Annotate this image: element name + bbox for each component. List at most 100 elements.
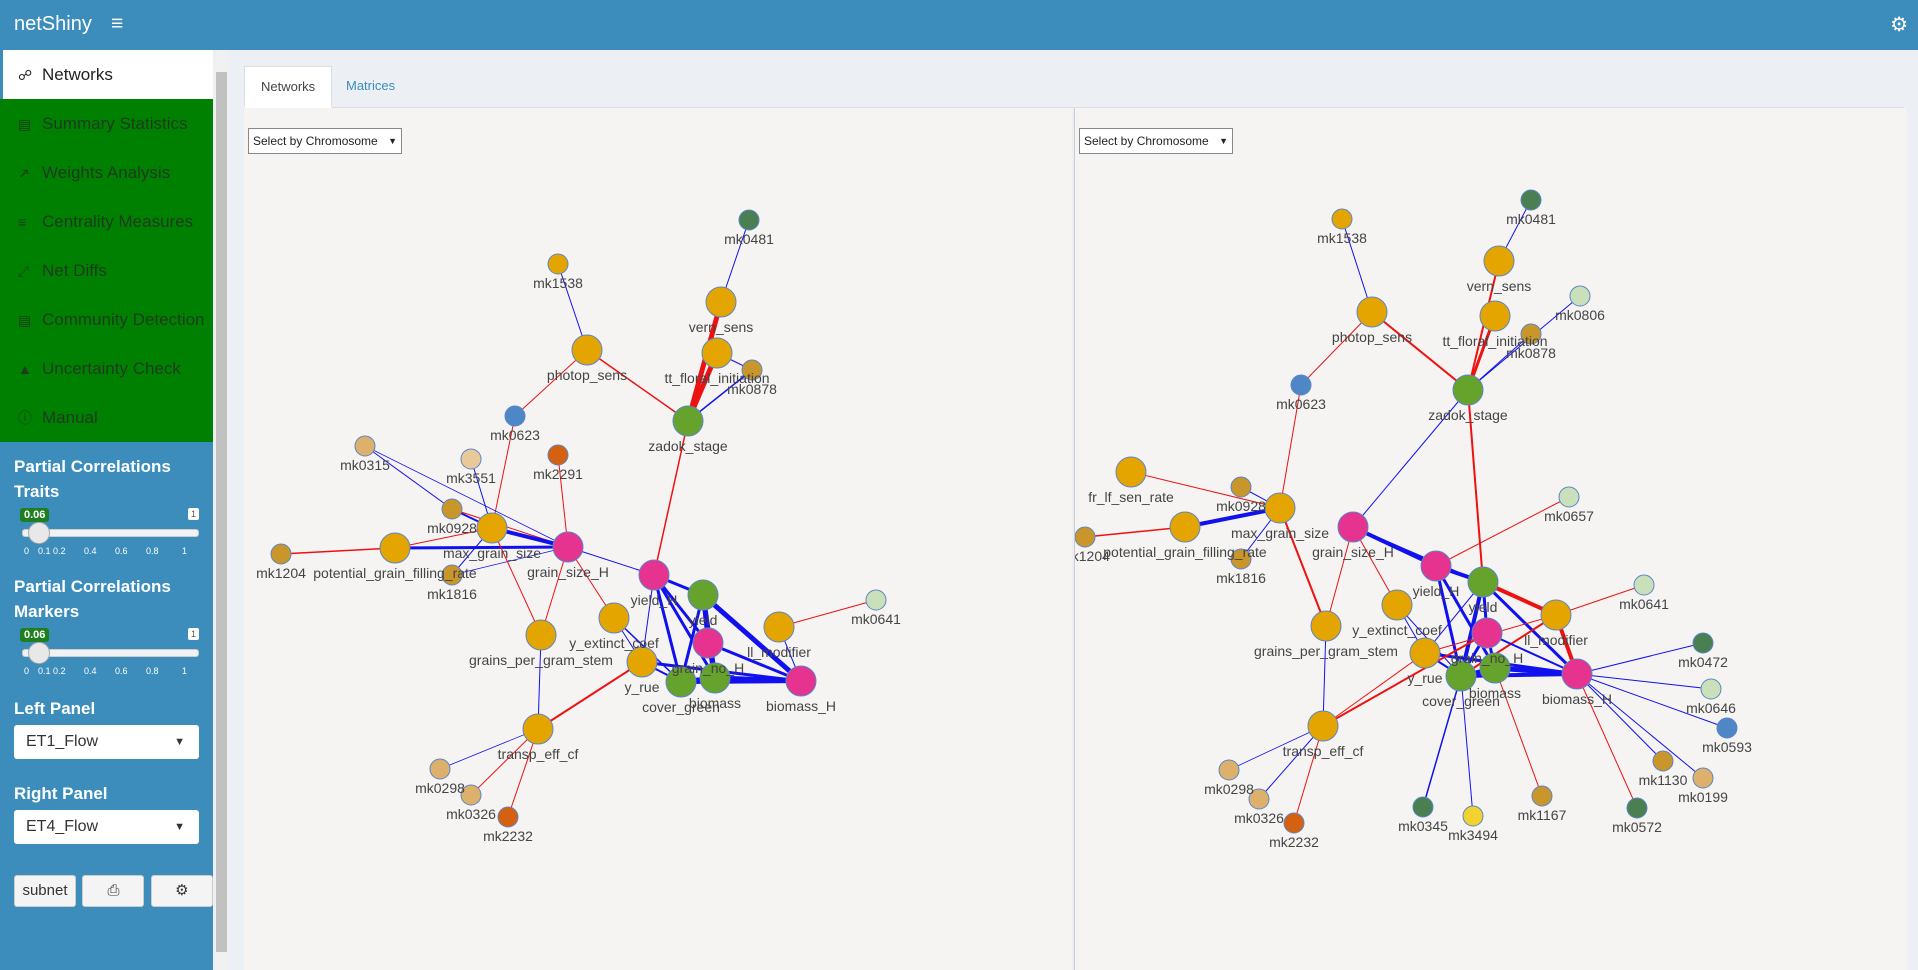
network-node-mk0315[interactable]: [354, 435, 376, 457]
settings-button[interactable]: ⚙: [150, 875, 213, 907]
chromosome-select-left[interactable]: Select by Chromosome ▼: [248, 128, 402, 154]
network-node-mk0481[interactable]: [738, 209, 760, 231]
network-node-vern_sens[interactable]: [705, 286, 737, 318]
network-node-mk3551[interactable]: [460, 448, 482, 470]
network-node-zadok_stage[interactable]: [672, 405, 704, 437]
network-node-mk2232[interactable]: [497, 806, 519, 828]
network-node-yield[interactable]: [1467, 566, 1499, 598]
line-chart-icon: ↗: [18, 165, 30, 181]
slider-markers[interactable]: 0.06 1 0 0.1 0.2 0.4 0.6 0.8 1: [14, 624, 199, 694]
network-node-mk1204[interactable]: [1075, 526, 1096, 548]
subnet-button[interactable]: subnet: [14, 875, 76, 907]
gear-icon[interactable]: ⚙: [1890, 12, 1908, 37]
network-node-photop_sens[interactable]: [571, 334, 603, 366]
network-node-label: max_grain_size: [1231, 525, 1329, 541]
sidebar-item-label: Centrality Measures: [42, 212, 194, 231]
network-node-mk1167[interactable]: [1531, 785, 1553, 807]
bar-chart-icon: ▤: [18, 116, 32, 132]
right-panel-select[interactable]: ET4_Flow ▼: [14, 810, 199, 844]
network-node-mk2232[interactable]: [1283, 812, 1305, 834]
network-node-fr_lf_sen_rate[interactable]: [1115, 456, 1147, 488]
network-node-mk0593[interactable]: [1716, 717, 1738, 739]
sidebar-item-label: Networks: [42, 65, 113, 84]
network-edge: [364, 445, 453, 510]
network-node-yield_H[interactable]: [1420, 550, 1452, 582]
right-network-graph[interactable]: mk0481mk1538vern_senstt_floral_initiatio…: [1075, 108, 1907, 970]
slider-handle[interactable]: [28, 642, 50, 664]
network-node-mk0623[interactable]: [504, 405, 526, 427]
network-node-yield_H[interactable]: [638, 559, 670, 591]
network-node-mk0298[interactable]: [429, 758, 451, 780]
network-node-tt_floral_initiation[interactable]: [701, 337, 733, 369]
network-node-mk0481[interactable]: [1520, 189, 1542, 211]
sidebar-item-uncertainty-check[interactable]: ▲ Uncertainty Check: [0, 344, 213, 393]
network-node-y_extinct_coef[interactable]: [598, 602, 630, 634]
network-node-mk0657[interactable]: [1558, 486, 1580, 508]
network-node-mk0806[interactable]: [1569, 285, 1591, 307]
sidebar-item-centrality-measures[interactable]: ≡ Centrality Measures: [0, 197, 213, 246]
sidebar-item-networks[interactable]: ☍ Networks: [0, 50, 213, 99]
network-node-mk0199[interactable]: [1692, 767, 1714, 789]
slider-tick: 0.2: [53, 666, 66, 676]
network-node-max_grain_size[interactable]: [1264, 492, 1296, 524]
network-node-tt_floral_initiation[interactable]: [1479, 300, 1511, 332]
network-node-y_rue[interactable]: [1409, 637, 1441, 669]
network-node-mk0572[interactable]: [1626, 797, 1648, 819]
tab-matrices[interactable]: Matrices: [330, 66, 411, 106]
network-node-mk0928[interactable]: [1230, 476, 1252, 498]
print-button[interactable]: ⎙: [82, 875, 145, 907]
network-node-y_rue[interactable]: [626, 646, 658, 678]
network-node-mk0646[interactable]: [1700, 678, 1722, 700]
hamburger-icon[interactable]: ≡: [111, 12, 123, 36]
slider-value: 0.06: [20, 508, 50, 522]
slider-traits[interactable]: 0.06 1 0 0.1 0.2 0.4 0.6 0.8 1: [14, 504, 199, 574]
network-node-biomass_H[interactable]: [1561, 658, 1593, 690]
sidebar-scrollbar-thumb[interactable]: [216, 72, 227, 952]
network-node-transp_eff_cf[interactable]: [522, 713, 554, 745]
network-node-label: grain_no_H: [672, 660, 744, 676]
network-node-transp_eff_cf[interactable]: [1307, 710, 1339, 742]
network-node-grain_size_H[interactable]: [1337, 511, 1369, 543]
network-node-mk0641[interactable]: [865, 589, 887, 611]
network-node-grain_size_H[interactable]: [552, 531, 584, 563]
network-node-mk0345[interactable]: [1412, 796, 1434, 818]
network-node-y_extinct_coef[interactable]: [1381, 589, 1413, 621]
sidebar-item-manual[interactable]: ⓘ Manual: [0, 393, 213, 442]
sidebar-item-community-detection[interactable]: ▤ Community Detection: [0, 295, 213, 344]
network-node-mk1538[interactable]: [547, 253, 569, 275]
sidebar-item-summary-statistics[interactable]: ▤ Summary Statistics: [0, 99, 213, 148]
network-node-max_grain_size[interactable]: [476, 512, 508, 544]
network-node-label: mk0345: [1398, 818, 1448, 834]
network-node-potential_grain_filling_rate[interactable]: [1169, 511, 1201, 543]
left-panel-select[interactable]: ET1_Flow ▼: [14, 725, 199, 759]
network-node-mk0298[interactable]: [1218, 759, 1240, 781]
network-node-mk0928[interactable]: [441, 498, 463, 520]
network-node-mk0472[interactable]: [1692, 632, 1714, 654]
network-node-label: mk0315: [340, 457, 390, 473]
network-node-potential_grain_filling_rate[interactable]: [379, 532, 411, 564]
network-node-mk1204[interactable]: [270, 543, 292, 565]
network-node-mk1538[interactable]: [1331, 208, 1353, 230]
network-node-zadok_stage[interactable]: [1452, 374, 1484, 406]
network-node-biomass_H[interactable]: [785, 665, 817, 697]
network-node-mk2291[interactable]: [547, 444, 569, 466]
network-node-mk1130[interactable]: [1652, 750, 1674, 772]
network-node-yield[interactable]: [687, 579, 719, 611]
network-node-grain_no_H[interactable]: [1471, 617, 1503, 649]
network-node-ll_modifier[interactable]: [763, 611, 795, 643]
slider-handle[interactable]: [28, 522, 50, 544]
chromosome-select-right[interactable]: Select by Chromosome ▼: [1079, 128, 1233, 154]
sidebar-item-weights-analysis[interactable]: ↗ Weights Analysis: [0, 148, 213, 197]
network-node-grain_no_H[interactable]: [692, 627, 724, 659]
network-node-mk0641[interactable]: [1633, 574, 1655, 596]
network-node-grains_per_gram_stem[interactable]: [525, 619, 557, 651]
network-node-photop_sens[interactable]: [1356, 296, 1388, 328]
network-node-mk3494[interactable]: [1462, 805, 1484, 827]
network-node-mk0623[interactable]: [1290, 374, 1312, 396]
network-node-ll_modifier[interactable]: [1540, 599, 1572, 631]
network-node-vern_sens[interactable]: [1483, 245, 1515, 277]
tab-networks[interactable]: Networks: [244, 66, 333, 108]
sidebar-item-net-diffs[interactable]: ⤢ Net Diffs: [0, 246, 213, 295]
network-node-grains_per_gram_stem[interactable]: [1310, 610, 1342, 642]
left-network-graph[interactable]: mk0481mk1538vern_senstt_floral_initiatio…: [244, 108, 1072, 970]
